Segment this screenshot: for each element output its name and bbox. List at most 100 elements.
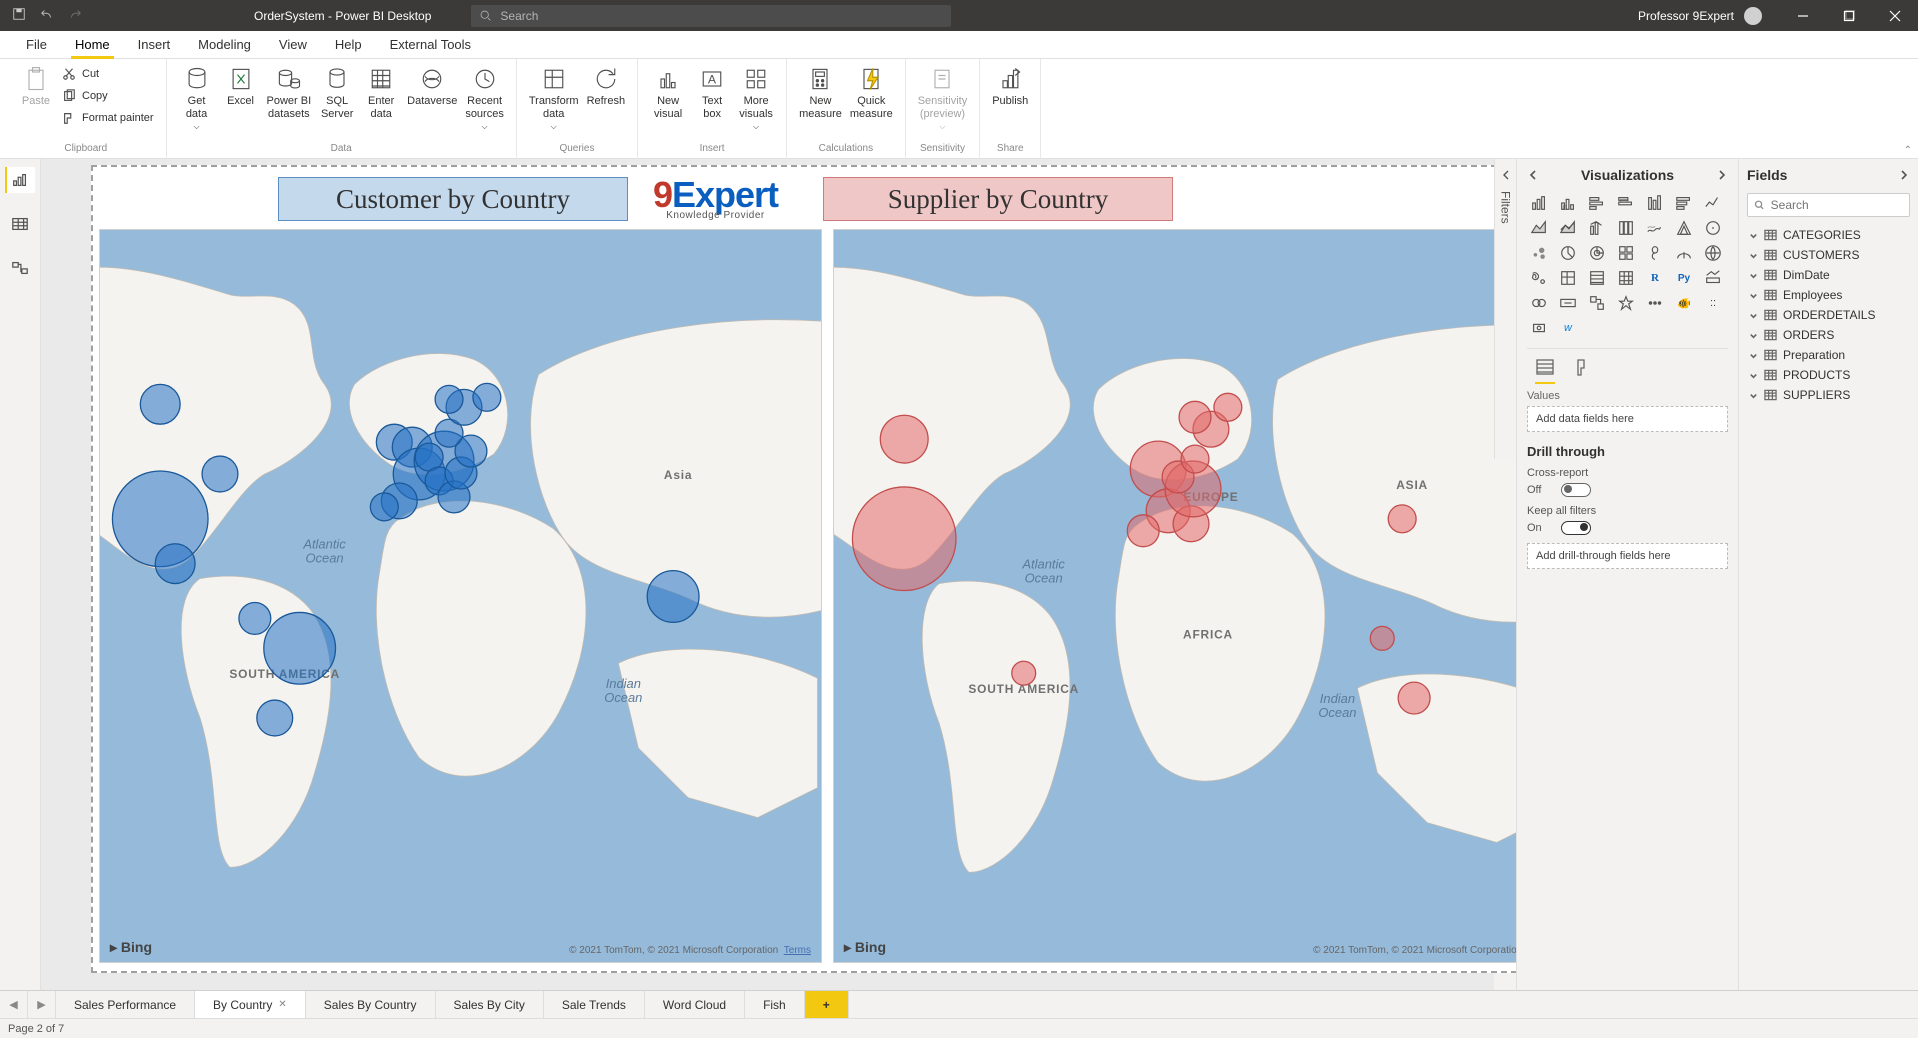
viz-type-7[interactable]	[1527, 218, 1551, 238]
redo-icon[interactable]	[68, 7, 82, 24]
viz-type-21[interactable]	[1527, 268, 1551, 288]
report-view-button[interactable]	[5, 167, 35, 193]
field-table-preparation[interactable]: Preparation	[1747, 345, 1910, 365]
field-table-customers[interactable]: CUSTOMERS	[1747, 245, 1910, 265]
viz-type-23[interactable]	[1585, 268, 1609, 288]
viz-type-12[interactable]	[1672, 218, 1696, 238]
viz-type-9[interactable]	[1585, 218, 1609, 238]
enter-data-button[interactable]: Enter data	[359, 63, 403, 122]
drill-through-dropzone[interactable]: Add drill-through fields here	[1527, 543, 1728, 569]
maximize-button[interactable]	[1826, 0, 1872, 31]
field-table-orderdetails[interactable]: ORDERDETAILS	[1747, 305, 1910, 325]
close-button[interactable]	[1872, 0, 1918, 31]
field-table-products[interactable]: PRODUCTS	[1747, 365, 1910, 385]
viz-type-8[interactable]	[1556, 218, 1580, 238]
bubble-Venezuela[interactable]	[239, 602, 271, 634]
chevron-left-icon[interactable]	[1527, 169, 1539, 181]
global-search[interactable]: Search	[471, 5, 951, 27]
bubble-SE-Asia[interactable]	[647, 571, 699, 623]
viz-type-31[interactable]	[1614, 293, 1638, 313]
tab-view[interactable]: View	[265, 31, 321, 59]
tab-external-tools[interactable]: External Tools	[376, 31, 485, 59]
viz-type-30[interactable]	[1585, 293, 1609, 313]
viz-type-18[interactable]	[1643, 243, 1667, 263]
viz-type-5[interactable]	[1672, 193, 1696, 213]
text-box-button[interactable]: AText box	[690, 63, 734, 122]
field-table-employees[interactable]: Employees	[1747, 285, 1910, 305]
terms-link[interactable]: Terms	[784, 945, 811, 956]
viz-type-29[interactable]	[1556, 293, 1580, 313]
customer-map[interactable]: AtlanticOcean IndianOcean Asia SOUTH AME…	[99, 229, 822, 963]
viz-type-17[interactable]	[1614, 243, 1638, 263]
viz-type-22[interactable]	[1556, 268, 1580, 288]
refresh-button[interactable]: Refresh	[583, 63, 630, 110]
new-visual-button[interactable]: New visual	[646, 63, 690, 122]
page-tab-by-country[interactable]: By Country✕	[195, 991, 306, 1018]
viz-type-20[interactable]	[1701, 243, 1725, 263]
fields-search[interactable]	[1747, 193, 1910, 217]
page-tab-sale-trends[interactable]: Sale Trends	[544, 991, 645, 1018]
viz-type-33[interactable]: 🐠	[1672, 293, 1696, 313]
save-icon[interactable]	[12, 7, 26, 24]
pbi-datasets-button[interactable]: Power BI datasets	[263, 63, 316, 122]
values-dropzone[interactable]: Add data fields here	[1527, 406, 1728, 432]
viz-type-19[interactable]	[1672, 243, 1696, 263]
field-table-categories[interactable]: CATEGORIES	[1747, 225, 1910, 245]
recent-sources-button[interactable]: Recent sources⌵	[461, 63, 508, 133]
excel-button[interactable]: Excel	[219, 63, 263, 110]
page-tab-sales-performance[interactable]: Sales Performance	[56, 991, 195, 1018]
minimize-button[interactable]	[1780, 0, 1826, 31]
viz-type-10[interactable]	[1614, 218, 1638, 238]
bubble-Finland[interactable]	[473, 383, 501, 411]
tab-nav-next[interactable]: ▶	[28, 991, 56, 1018]
bubble-Japan[interactable]	[1388, 505, 1416, 533]
viz-type-6[interactable]	[1701, 193, 1725, 213]
tab-nav-prev[interactable]: ◀	[0, 991, 28, 1018]
report-canvas[interactable]: Customer by Country 9Expert Knowledge Pr…	[91, 165, 1577, 973]
tab-insert[interactable]: Insert	[124, 31, 185, 59]
bubble-Brazil[interactable]	[264, 612, 336, 684]
page-tab-sales-by-country[interactable]: Sales By Country	[306, 991, 436, 1018]
bubble-USA-east[interactable]	[202, 456, 238, 492]
viz-type-34[interactable]: ::	[1701, 293, 1725, 313]
page-tab-word-cloud[interactable]: Word Cloud	[645, 991, 745, 1018]
viz-type-13[interactable]	[1701, 218, 1725, 238]
viz-type-16[interactable]	[1585, 243, 1609, 263]
viz-type-14[interactable]	[1527, 243, 1551, 263]
viz-type-15[interactable]	[1556, 243, 1580, 263]
viz-type-27[interactable]	[1701, 268, 1725, 288]
chevron-right-icon[interactable]	[1716, 169, 1728, 181]
viz-type-28[interactable]	[1527, 293, 1551, 313]
dataverse-button[interactable]: Dataverse	[403, 63, 461, 110]
viz-type-36[interactable]: w	[1556, 318, 1580, 338]
user-account[interactable]: Professor 9Expert	[1638, 7, 1762, 25]
viz-type-26[interactable]: Py	[1672, 268, 1696, 288]
bubble-Mexico[interactable]	[155, 544, 195, 584]
keep-filters-toggle[interactable]	[1561, 521, 1591, 535]
tab-modeling[interactable]: Modeling	[184, 31, 265, 59]
tab-home[interactable]: Home	[61, 31, 124, 59]
get-data-button[interactable]: Get data⌵	[175, 63, 219, 133]
viz-type-0[interactable]	[1527, 193, 1551, 213]
supplier-map[interactable]: AtlanticOcean IndianOcean ASIA EUROPE AF…	[833, 229, 1566, 963]
viz-type-1[interactable]	[1556, 193, 1580, 213]
collapse-ribbon-icon[interactable]: ⌃	[1904, 145, 1912, 156]
field-table-dimdate[interactable]: DimDate	[1747, 265, 1910, 285]
field-table-orders[interactable]: ORDERS	[1747, 325, 1910, 345]
bubble-Singapore[interactable]	[1370, 626, 1394, 650]
viz-type-25[interactable]: R	[1643, 268, 1667, 288]
viz-type-32[interactable]	[1643, 293, 1667, 313]
transform-data-button[interactable]: Transform data⌵	[525, 63, 583, 133]
new-measure-button[interactable]: New measure	[795, 63, 846, 122]
add-page-button[interactable]: +	[805, 991, 849, 1018]
tab-file[interactable]: File	[12, 31, 61, 59]
bubble-Norway[interactable]	[435, 385, 463, 413]
viz-type-2[interactable]	[1585, 193, 1609, 213]
viz-type-4[interactable]	[1643, 193, 1667, 213]
bubble-Portugal[interactable]	[370, 493, 398, 521]
viz-type-35[interactable]	[1527, 318, 1551, 338]
chevron-right-icon[interactable]	[1898, 169, 1910, 181]
cross-report-toggle[interactable]	[1561, 483, 1591, 497]
viz-type-3[interactable]	[1614, 193, 1638, 213]
viz-type-11[interactable]	[1643, 218, 1667, 238]
